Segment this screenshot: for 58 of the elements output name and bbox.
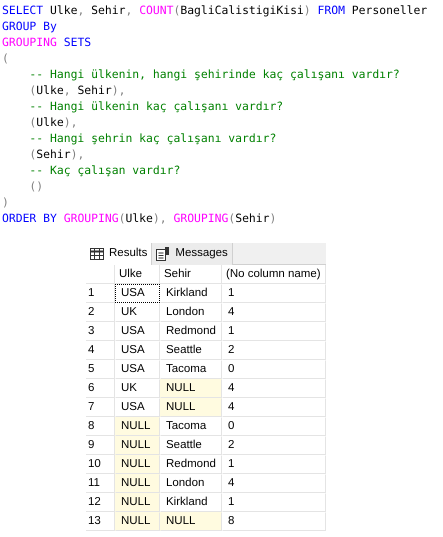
code-line: -- Hangi şehrin kaç çalışanı vardır? [28,130,276,146]
table-cell: 1 [222,455,326,474]
code-line: SELECT Ulke, Sehir, COUNT(BagliCalistigiKisi) FROM Personeller [2,2,428,18]
table-cell: USA [115,360,160,379]
table-cell: NULL [115,512,160,531]
header-corner[interactable] [86,265,115,284]
table-cell: NULL [115,455,160,474]
code-line: ( [2,50,9,66]
code-line: GROUP By [2,18,57,34]
table-cell: NULL [115,436,160,455]
table-cell: 4 [222,303,326,322]
code-line: (Ulke), [28,114,78,130]
table-cell: 8 [222,512,326,531]
code-line: (Sehir), [28,146,84,162]
document-icon [156,247,170,261]
table-cell: Tacoma [160,360,222,379]
table-cell: NULL [115,417,160,436]
table-cell: NULL [160,379,222,398]
table-cell: Kirkland [160,493,222,512]
table-cell: 2 [222,341,326,360]
table-cell: Seattle [160,436,222,455]
code-line: -- Hangi ülkenin, hangi şehirinde kaç çalışanı vardır? [28,66,400,82]
table-cell: 0 [222,360,326,379]
table-cell: Redmond [160,322,222,341]
table-cell: Seattle [160,341,222,360]
table-cell: NULL [115,493,160,512]
table-cell: 0 [222,417,326,436]
code-line: ) [2,194,9,210]
table-cell: 4 [222,474,326,493]
table-cell: NULL [160,512,222,531]
table-cell: USA [115,322,160,341]
table-cell: 1 [222,493,326,512]
results-tab[interactable]: Messages [152,243,233,265]
code-line: () [28,178,44,194]
results-tab[interactable]: Results [86,243,152,265]
code-line: (Ulke, Sehir), [28,82,126,98]
table-cell: 1 [222,284,326,303]
code-line: ORDER BY GROUPING(Ulke), GROUPING(Sehir) [2,210,276,226]
table-cell: 2 [222,436,326,455]
table-cell: Tacoma [160,417,222,436]
table-cell: NULL [160,398,222,417]
code-line: GROUPING SETS [2,34,92,50]
table-cell: Redmond [160,455,222,474]
table-cell: 4 [222,379,326,398]
code-line: -- Kaç çalışan vardır? [28,162,180,178]
table-cell: 1 [222,322,326,341]
table-cell: UK [115,303,160,322]
table-cell: USA [115,284,160,303]
table-cell: London [160,303,222,322]
code-line: -- Hangi ülkenin kaç çalışanı vardır? [28,98,284,114]
grid-icon [90,248,104,260]
table-cell: USA [115,341,160,360]
table-cell: Kirkland [160,284,222,303]
table-cell: 4 [222,398,326,417]
table-cell: NULL [115,474,160,493]
table-cell: USA [115,398,160,417]
table-cell: London [160,474,222,493]
table-cell: UK [115,379,160,398]
